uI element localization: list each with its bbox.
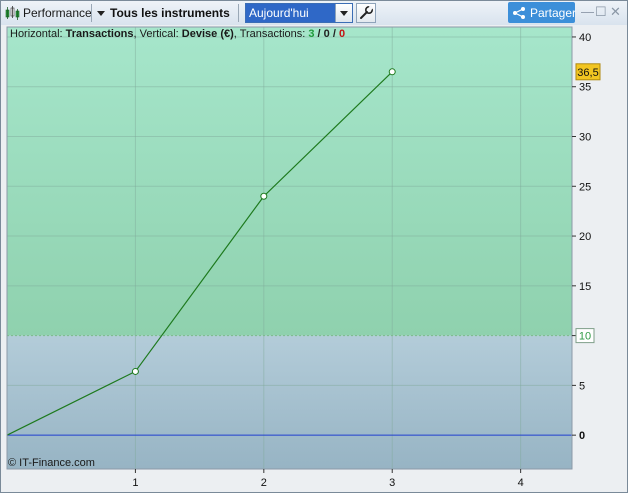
toolbar-separator <box>238 4 239 22</box>
share-label: Partager <box>530 6 577 20</box>
share-icon <box>513 7 525 19</box>
window-title[interactable]: Performance <box>23 6 92 20</box>
data-point <box>388 68 396 76</box>
chevron-down-icon[interactable] <box>335 4 352 22</box>
legend-t-label: , Transactions: <box>233 28 309 40</box>
legend-h-value: Transactions <box>65 28 134 40</box>
axis-badges: 36,5 10 <box>575 63 601 344</box>
close-button[interactable]: ✕ <box>610 5 621 19</box>
chart-legend: Horizontal: Transactions, Vertical: Devi… <box>10 28 345 40</box>
legend-sep: / <box>329 28 339 40</box>
x-axis: 1 2 3 4 <box>132 469 524 489</box>
legend-v-label: , Vertical: <box>133 28 182 40</box>
wrench-icon <box>360 5 374 19</box>
legend-sep: / <box>314 28 324 40</box>
settings-button[interactable] <box>356 3 376 23</box>
instrument-filter-button[interactable]: Tous les instruments <box>110 6 230 20</box>
minimize-button[interactable]: — <box>581 5 594 19</box>
performance-window: Performance Tous les instruments Aujourd… <box>0 0 628 493</box>
chevron-down-icon[interactable] <box>97 11 105 16</box>
loss-zone <box>7 335 572 469</box>
gain-zone <box>7 27 572 336</box>
y-tick-label: 25 <box>579 181 591 193</box>
data-point <box>131 367 139 375</box>
data-point <box>260 192 268 200</box>
x-tick-label: 4 <box>518 477 524 489</box>
y-tick-label: 35 <box>579 82 591 94</box>
x-tick-label: 2 <box>261 477 267 489</box>
y-tick-label: 0 <box>579 430 585 442</box>
x-tick-label: 1 <box>132 477 138 489</box>
share-button[interactable]: Partager <box>508 2 577 23</box>
period-select-value: Aujourd'hui <box>249 6 309 20</box>
maximize-button[interactable]: ☐ <box>595 5 607 19</box>
legend-h-label: Horizontal: <box>10 28 66 40</box>
legend-losses: 0 <box>338 28 346 40</box>
y-tick-label: 15 <box>579 281 591 293</box>
legend-v-value: Devise (€) <box>181 28 234 40</box>
y-tick-label: 40 <box>579 32 591 44</box>
performance-chart[interactable]: 0 5 15 20 25 30 35 40 1 2 3 4 36,5 10 <box>1 25 627 492</box>
y-axis: 0 5 15 20 25 30 35 40 <box>572 32 591 442</box>
current-value-label: 36,5 <box>577 67 598 79</box>
threshold-label: 10 <box>579 331 591 343</box>
toolbar-separator <box>91 4 92 22</box>
performance-icon <box>5 6 20 20</box>
period-select[interactable]: Aujourd'hui <box>245 3 353 23</box>
y-tick-label: 5 <box>579 380 585 392</box>
chart-area: 0 5 15 20 25 30 35 40 1 2 3 4 36,5 10 <box>1 25 627 492</box>
y-tick-label: 20 <box>579 231 591 243</box>
x-tick-label: 3 <box>389 477 395 489</box>
watermark: © IT-Finance.com <box>8 457 95 469</box>
y-tick-label: 30 <box>579 132 591 144</box>
toolbar: Performance Tous les instruments Aujourd… <box>1 1 627 26</box>
